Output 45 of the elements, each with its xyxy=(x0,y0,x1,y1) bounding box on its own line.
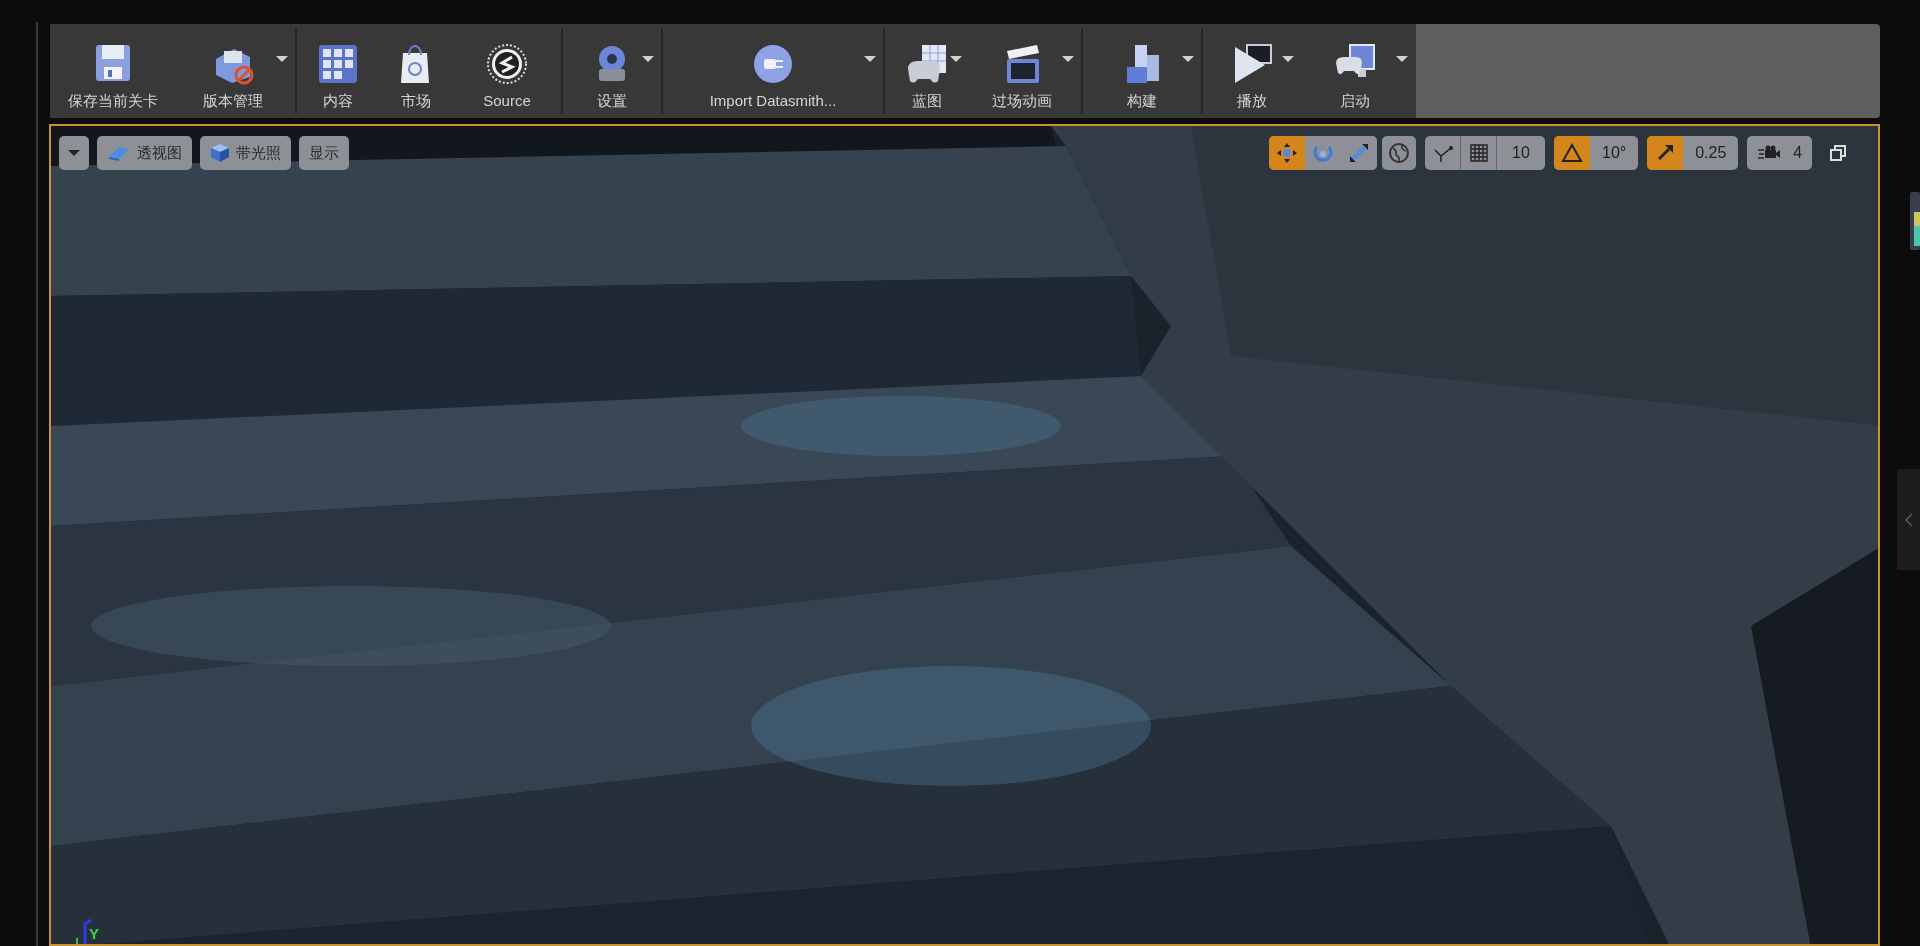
wedge-icon xyxy=(107,145,131,161)
viewport-menu-button[interactable] xyxy=(59,136,89,170)
cube-icon xyxy=(210,143,230,163)
toolbar-button[interactable]: 播放 xyxy=(1206,24,1298,118)
snap-toggle[interactable] xyxy=(1554,136,1590,170)
chevron-left-icon xyxy=(1904,512,1913,527)
restore-window-icon xyxy=(1830,145,1847,161)
toolbar-button[interactable]: Source xyxy=(456,24,558,118)
toolbar-button[interactable]: 保存当前关卡 xyxy=(52,24,174,118)
toolbar-button[interactable]: 过场动画 xyxy=(966,24,1078,118)
toolbar-button[interactable]: 市场 xyxy=(376,24,456,118)
axis-label: Y xyxy=(89,926,99,941)
camera-icon xyxy=(1757,145,1782,161)
caret-icon xyxy=(1282,56,1294,62)
caret-icon xyxy=(642,56,654,62)
toolbar-button[interactable]: 启动 xyxy=(1298,24,1412,118)
caret-icon xyxy=(950,56,962,62)
transform-tool-button[interactable] xyxy=(1269,136,1305,170)
toolbar-button[interactable]: 构建 xyxy=(1086,24,1198,118)
caret-icon xyxy=(1182,56,1194,62)
view-mode-button[interactable]: 显示 xyxy=(299,136,349,170)
camera-speed-button[interactable]: 4 xyxy=(1747,136,1813,170)
caret-icon xyxy=(1062,56,1074,62)
caret-icon xyxy=(1396,56,1408,62)
toolbar-button[interactable]: 设置 xyxy=(566,24,658,118)
maximize-button[interactable] xyxy=(1829,144,1848,162)
view-mode-button[interactable]: 带光照 xyxy=(200,136,291,170)
audio-meter-icon xyxy=(1910,192,1920,250)
triangle-icon xyxy=(1561,143,1583,163)
toolbar-button[interactable]: 内容 xyxy=(300,24,376,118)
caret-icon xyxy=(68,150,80,156)
world-space-button[interactable] xyxy=(1382,136,1416,170)
grid-icon xyxy=(1468,143,1489,163)
move-arrows-icon xyxy=(1275,141,1299,165)
toolbar-button[interactable]: 蓝图 xyxy=(888,24,966,118)
toolbar-button[interactable]: Import Datasmith... xyxy=(666,24,880,118)
globe-icon xyxy=(1388,142,1410,164)
diagonal-arrow-icon xyxy=(1655,143,1676,163)
view-mode-button[interactable]: 透视图 xyxy=(97,136,192,170)
caret-icon xyxy=(864,56,876,62)
caret-icon xyxy=(276,56,288,62)
snap-toggle[interactable] xyxy=(1647,136,1684,170)
badge-icon xyxy=(484,41,530,87)
toolbar-button[interactable]: 版本管理 xyxy=(174,24,292,118)
scale-arrows-icon xyxy=(1347,141,1371,165)
